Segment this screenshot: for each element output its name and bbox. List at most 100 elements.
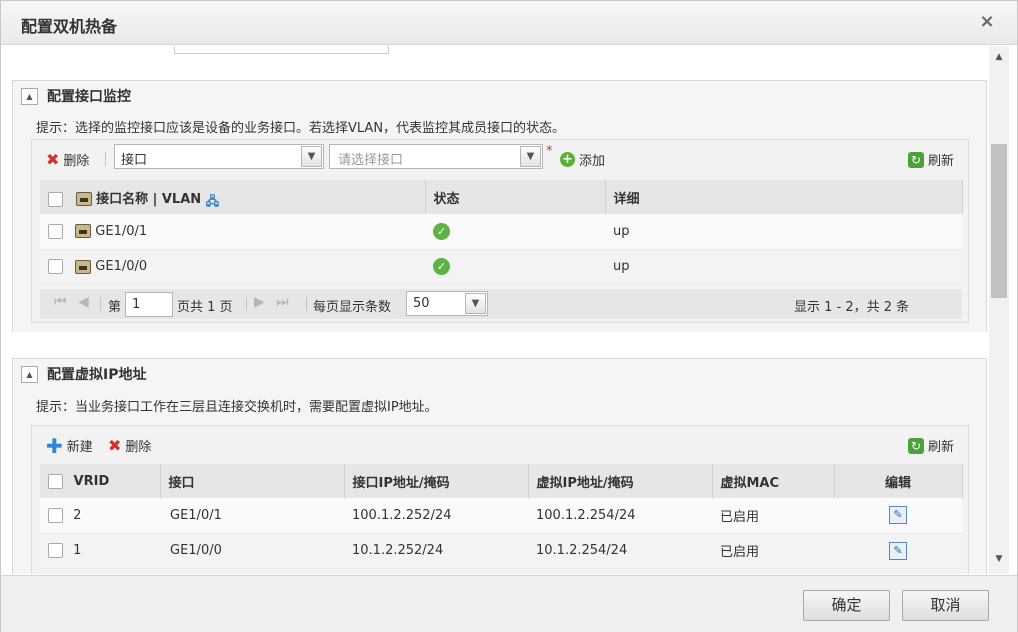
vertical-scrollbar[interactable]: ▲ ▼ — [989, 46, 1009, 574]
row-detail: up — [605, 214, 962, 250]
row-name: GE1/0/0 — [95, 259, 148, 274]
monitor-table: 接口名称 | VLAN 🖧 状态 详细 GE1/0/1 ✓ up GE1/0/0… — [40, 180, 963, 285]
row-vrid-cell: 1 — [40, 533, 160, 569]
column-header-edit: 编辑 — [834, 464, 963, 498]
monitor-toolbar: ✖ 删除 接口 ▼ 请选择接口 ▼ * + 添加 ↻ 刷新 — [32, 140, 968, 178]
collapse-icon[interactable]: ▲ — [21, 88, 38, 105]
row-checkbox[interactable] — [48, 543, 63, 558]
column-header-vrid[interactable]: VRID — [40, 464, 161, 498]
refresh-button[interactable]: ↻ 刷新 — [908, 436, 954, 455]
vip-table: VRID 接口 接口IP地址/掩码 虚拟IP地址/掩码 虚拟MAC 编辑 2 G… — [40, 464, 963, 569]
toolbar-divider — [105, 152, 106, 166]
refresh-icon: ↻ — [908, 437, 924, 454]
type-select-value: 接口 — [121, 153, 148, 168]
row-edit-cell: ✎ — [834, 533, 962, 569]
monitor-section: ▲ 配置接口监控 提示：选择的监控接口应该是设备的业务接口。若选择VLAN，代表… — [12, 80, 987, 333]
prev-page-icon[interactable]: ◀ — [78, 294, 89, 310]
column-header-name[interactable]: 接口名称 | VLAN 🖧 — [40, 180, 426, 214]
dialog-title: 配置双机热备 — [21, 17, 118, 36]
pager-summary: 显示 1 - 2，共 2 条 — [794, 300, 910, 315]
edit-icon[interactable]: ✎ — [889, 541, 907, 560]
scroll-up-icon[interactable]: ▲ — [989, 52, 1009, 66]
vip-section-title: 配置虚拟IP地址 — [47, 367, 147, 383]
row-edit-cell: ✎ — [834, 498, 962, 534]
per-page-label: 每页显示条数 — [313, 300, 392, 315]
row-status-cell: ✓ — [425, 249, 605, 285]
chevron-down-icon[interactable]: ▼ — [301, 146, 322, 167]
last-page-icon[interactable]: ⏭ — [276, 294, 289, 310]
add-label: 添加 — [579, 154, 606, 169]
delete-icon: ✖ — [46, 149, 60, 169]
table-row[interactable]: 2 GE1/0/1 100.1.2.252/24 100.1.2.254/24 … — [40, 498, 962, 534]
required-mark: * — [546, 144, 553, 159]
select-all-checkbox[interactable] — [48, 473, 63, 489]
column-header-detail[interactable]: 详细 — [605, 180, 963, 214]
column-header-vrid-label: VRID — [73, 473, 110, 489]
pagination-bar: ⏮ ◀ 第 1 页共 1 页 ▶ ⏭ 每页显示条数 50 ▼ 显示 1 - 2，… — [40, 289, 962, 319]
port-icon — [75, 224, 92, 239]
refresh-button[interactable]: ↻ 刷新 — [908, 150, 954, 169]
delete-button[interactable]: ✖ 删除 — [108, 436, 151, 455]
row-vrid: 2 — [73, 507, 82, 523]
row-virtual-mac: 已启用 — [712, 498, 834, 534]
page-number-input[interactable]: 1 — [125, 292, 173, 317]
dialog-content: ▲ 配置接口监控 提示：选择的监控接口应该是设备的业务接口。若选择VLAN，代表… — [9, 46, 989, 574]
column-header-ip[interactable]: 接口IP地址/掩码 — [344, 464, 529, 498]
delete-button[interactable]: ✖ 删除 — [46, 150, 89, 169]
table-row[interactable]: GE1/0/1 ✓ up — [40, 214, 962, 250]
column-header-virtual-ip[interactable]: 虚拟IP地址/掩码 — [528, 464, 713, 498]
network-icon: 🖧 — [205, 194, 220, 208]
column-header-virtual-mac[interactable]: 虚拟MAC — [712, 464, 835, 498]
column-header-status[interactable]: 状态 — [425, 180, 606, 214]
section-spacer — [9, 332, 989, 358]
ok-button[interactable]: 确定 — [803, 590, 890, 621]
table-row[interactable]: 1 GE1/0/0 10.1.2.252/24 10.1.2.254/24 已启… — [40, 533, 962, 569]
vip-section: ▲ 配置虚拟IP地址 提示：当业务接口工作在三层且连接交换机时，需要配置虚拟IP… — [12, 358, 987, 574]
row-checkbox[interactable] — [48, 259, 63, 274]
scrollbar-thumb[interactable] — [991, 144, 1007, 298]
new-button[interactable]: ✚ 新建 — [46, 436, 93, 456]
close-icon[interactable]: × — [977, 12, 997, 32]
vip-hint: 提示：当业务接口工作在三层且连接交换机时，需要配置虚拟IP地址。 — [36, 400, 438, 415]
row-name-cell: GE1/0/0 — [40, 249, 425, 285]
row-interface: GE1/0/1 — [160, 498, 344, 534]
chevron-down-icon[interactable]: ▼ — [465, 293, 486, 314]
chevron-down-icon[interactable]: ▼ — [520, 146, 541, 167]
dialog: 配置双机热备 × ▲ 配置接口监控 提示：选择的监控接口应该是设备的业务接口。若… — [0, 0, 1018, 632]
column-header-name-label: 接口名称 | VLAN — [96, 191, 202, 207]
monitor-panel: ✖ 删除 接口 ▼ 请选择接口 ▼ * + 添加 ↻ 刷新 接口名称 | VLA… — [31, 139, 969, 323]
table-row[interactable]: GE1/0/0 ✓ up — [40, 249, 962, 285]
interface-select[interactable]: 请选择接口 ▼ — [329, 144, 543, 169]
per-page-value: 50 — [413, 296, 430, 311]
refresh-label: 刷新 — [928, 154, 955, 169]
row-vrid-cell: 2 — [40, 498, 160, 534]
dialog-titlebar: 配置双机热备 × — [1, 1, 1017, 45]
row-virtual-mac: 已启用 — [712, 533, 834, 569]
delete-icon: ✖ — [108, 435, 122, 455]
type-select[interactable]: 接口 ▼ — [114, 144, 324, 169]
monitor-hint: 提示：选择的监控接口应该是设备的业务接口。若选择VLAN，代表监控其成员接口的状… — [36, 121, 566, 136]
row-checkbox[interactable] — [48, 223, 63, 239]
add-button[interactable]: + 添加 — [560, 150, 605, 169]
select-all-checkbox[interactable] — [48, 191, 63, 207]
first-page-icon[interactable]: ⏮ — [54, 294, 67, 310]
row-name-cell: GE1/0/1 — [40, 214, 425, 250]
pager-divider — [246, 297, 247, 311]
row-interface: GE1/0/0 — [160, 533, 344, 569]
table-header-row: VRID 接口 接口IP地址/掩码 虚拟IP地址/掩码 虚拟MAC 编辑 — [40, 464, 963, 498]
row-status-cell: ✓ — [425, 214, 605, 250]
scroll-down-icon[interactable]: ▼ — [989, 554, 1009, 568]
edit-icon[interactable]: ✎ — [889, 506, 907, 525]
top-input-field[interactable] — [174, 46, 389, 54]
pager-divider — [100, 297, 101, 311]
row-virtual-ip: 10.1.2.254/24 — [528, 533, 712, 569]
page-total: 页共 1 页 — [177, 300, 233, 315]
next-page-icon[interactable]: ▶ — [254, 294, 265, 310]
cancel-button[interactable]: 取消 — [902, 590, 989, 621]
add-icon: + — [560, 152, 575, 167]
column-header-interface[interactable]: 接口 — [160, 464, 345, 498]
row-ip: 10.1.2.252/24 — [344, 533, 528, 569]
collapse-icon[interactable]: ▲ — [21, 366, 38, 383]
row-checkbox[interactable] — [48, 507, 63, 523]
per-page-select[interactable]: 50 ▼ — [406, 291, 488, 316]
